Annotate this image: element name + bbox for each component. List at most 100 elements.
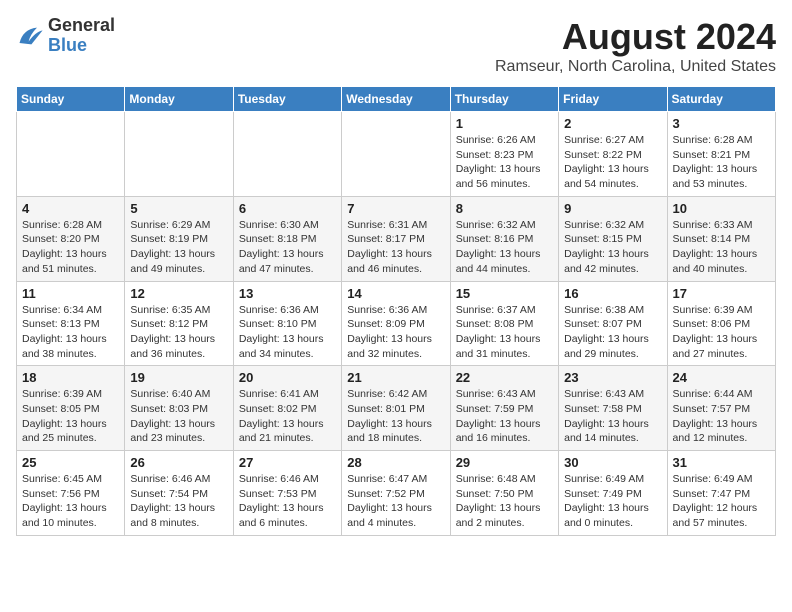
calendar-cell: 12Sunrise: 6:35 AM Sunset: 8:12 PM Dayli… — [125, 281, 233, 366]
calendar-cell: 26 Sunrise: 6:46 AM Sunset: 7:54 PM Dayli… — [125, 451, 233, 536]
day-info: Sunrise: 6:49 AM Sunset: 7:49 PM Dayligh… — [564, 472, 661, 531]
weekday-header: Wednesday — [342, 87, 450, 112]
calendar-cell: 17 Sunrise: 6:39 AM Sunset: 8:06 PM Dayli… — [667, 281, 775, 366]
calendar-cell: 25Sunrise: 6:45 AM Sunset: 7:56 PM Dayli… — [17, 451, 125, 536]
calendar-cell: 28 Sunrise: 6:47 AM Sunset: 7:52 PM Dayli… — [342, 451, 450, 536]
day-info: Sunrise: 6:48 AM Sunset: 7:50 PM Dayligh… — [456, 472, 553, 531]
calendar-cell — [233, 112, 341, 197]
day-info: Sunrise: 6:41 AM Sunset: 8:02 PM Dayligh… — [239, 387, 336, 446]
calendar-cell: 21 Sunrise: 6:42 AM Sunset: 8:01 PM Dayli… — [342, 366, 450, 451]
logo-line2: Blue — [48, 36, 115, 56]
day-number: 30 — [564, 455, 661, 470]
calendar-cell: 29 Sunrise: 6:48 AM Sunset: 7:50 PM Dayli… — [450, 451, 558, 536]
weekday-header: Saturday — [667, 87, 775, 112]
day-number: 24 — [673, 370, 770, 385]
day-info: Sunrise: 6:47 AM Sunset: 7:52 PM Dayligh… — [347, 472, 444, 531]
day-info: Sunrise: 6:30 AM Sunset: 8:18 PM Dayligh… — [239, 218, 336, 277]
calendar-cell: 9Sunrise: 6:32 AM Sunset: 8:15 PM Daylig… — [559, 196, 667, 281]
weekday-header: Friday — [559, 87, 667, 112]
day-number: 2 — [564, 116, 661, 131]
day-number: 11 — [22, 286, 119, 301]
calendar-cell: 20 Sunrise: 6:41 AM Sunset: 8:02 PM Dayli… — [233, 366, 341, 451]
day-info: Sunrise: 6:34 AM Sunset: 8:13 PM Dayligh… — [22, 303, 119, 362]
calendar-cell: 18 Sunrise: 6:39 AM Sunset: 8:05 PM Dayli… — [17, 366, 125, 451]
logo: General Blue — [16, 16, 115, 56]
day-info: Sunrise: 6:29 AM Sunset: 8:19 PM Dayligh… — [130, 218, 227, 277]
day-number: 23 — [564, 370, 661, 385]
calendar-title: August 2024 — [495, 16, 776, 58]
day-number: 4 — [22, 201, 119, 216]
day-number: 29 — [456, 455, 553, 470]
calendar-cell — [125, 112, 233, 197]
weekday-header-row: SundayMondayTuesdayWednesdayThursdayFrid… — [17, 87, 776, 112]
calendar-subtitle: Ramseur, North Carolina, United States — [495, 58, 776, 76]
day-number: 22 — [456, 370, 553, 385]
calendar-cell: 3Sunrise: 6:28 AM Sunset: 8:21 PM Daylig… — [667, 112, 775, 197]
day-info: Sunrise: 6:46 AM Sunset: 7:54 PM Dayligh… — [130, 472, 227, 531]
day-info: Sunrise: 6:40 AM Sunset: 8:03 PM Dayligh… — [130, 387, 227, 446]
day-info: Sunrise: 6:39 AM Sunset: 8:06 PM Dayligh… — [673, 303, 770, 362]
day-info: Sunrise: 6:43 AM Sunset: 7:58 PM Dayligh… — [564, 387, 661, 446]
day-info: Sunrise: 6:32 AM Sunset: 8:15 PM Dayligh… — [564, 218, 661, 277]
day-info: Sunrise: 6:31 AM Sunset: 8:17 PM Dayligh… — [347, 218, 444, 277]
calendar-cell: 1 Sunrise: 6:26 AM Sunset: 8:23 PM Daylig… — [450, 112, 558, 197]
day-info: Sunrise: 6:39 AM Sunset: 8:05 PM Dayligh… — [22, 387, 119, 446]
day-info: Sunrise: 6:35 AM Sunset: 8:12 PM Dayligh… — [130, 303, 227, 362]
day-number: 5 — [130, 201, 227, 216]
day-number: 20 — [239, 370, 336, 385]
calendar-cell: 2 Sunrise: 6:27 AM Sunset: 8:22 PM Daylig… — [559, 112, 667, 197]
weekday-header: Sunday — [17, 87, 125, 112]
day-number: 6 — [239, 201, 336, 216]
calendar-cell: 24 Sunrise: 6:44 AM Sunset: 7:57 PM Dayli… — [667, 366, 775, 451]
day-info: Sunrise: 6:37 AM Sunset: 8:08 PM Dayligh… — [456, 303, 553, 362]
calendar-cell: 27 Sunrise: 6:46 AM Sunset: 7:53 PM Dayli… — [233, 451, 341, 536]
weekday-header: Monday — [125, 87, 233, 112]
day-info: Sunrise: 6:42 AM Sunset: 8:01 PM Dayligh… — [347, 387, 444, 446]
calendar-cell: 14Sunrise: 6:36 AM Sunset: 8:09 PM Dayli… — [342, 281, 450, 366]
day-number: 28 — [347, 455, 444, 470]
calendar-week-row: 4Sunrise: 6:28 AM Sunset: 8:20 PM Daylig… — [17, 196, 776, 281]
calendar-cell: 4Sunrise: 6:28 AM Sunset: 8:20 PM Daylig… — [17, 196, 125, 281]
day-info: Sunrise: 6:28 AM Sunset: 8:21 PM Dayligh… — [673, 133, 770, 192]
calendar-cell: 31Sunrise: 6:49 AM Sunset: 7:47 PM Dayli… — [667, 451, 775, 536]
day-number: 31 — [673, 455, 770, 470]
day-number: 19 — [130, 370, 227, 385]
day-number: 1 — [456, 116, 553, 131]
calendar-week-row: 1 Sunrise: 6:26 AM Sunset: 8:23 PM Daylig… — [17, 112, 776, 197]
calendar-week-row: 25Sunrise: 6:45 AM Sunset: 7:56 PM Dayli… — [17, 451, 776, 536]
day-info: Sunrise: 6:44 AM Sunset: 7:57 PM Dayligh… — [673, 387, 770, 446]
day-info: Sunrise: 6:43 AM Sunset: 7:59 PM Dayligh… — [456, 387, 553, 446]
day-info: Sunrise: 6:32 AM Sunset: 8:16 PM Dayligh… — [456, 218, 553, 277]
calendar-cell: 13 Sunrise: 6:36 AM Sunset: 8:10 PM Dayli… — [233, 281, 341, 366]
day-info: Sunrise: 6:36 AM Sunset: 8:09 PM Dayligh… — [347, 303, 444, 362]
day-number: 27 — [239, 455, 336, 470]
calendar-week-row: 18 Sunrise: 6:39 AM Sunset: 8:05 PM Dayli… — [17, 366, 776, 451]
day-number: 16 — [564, 286, 661, 301]
day-number: 21 — [347, 370, 444, 385]
day-info: Sunrise: 6:36 AM Sunset: 8:10 PM Dayligh… — [239, 303, 336, 362]
day-number: 8 — [456, 201, 553, 216]
day-number: 15 — [456, 286, 553, 301]
day-number: 18 — [22, 370, 119, 385]
day-info: Sunrise: 6:46 AM Sunset: 7:53 PM Dayligh… — [239, 472, 336, 531]
calendar-cell: 11 Sunrise: 6:34 AM Sunset: 8:13 PM Dayli… — [17, 281, 125, 366]
calendar-cell: 22 Sunrise: 6:43 AM Sunset: 7:59 PM Dayli… — [450, 366, 558, 451]
day-number: 7 — [347, 201, 444, 216]
calendar-cell: 5 Sunrise: 6:29 AM Sunset: 8:19 PM Daylig… — [125, 196, 233, 281]
day-number: 17 — [673, 286, 770, 301]
day-info: Sunrise: 6:27 AM Sunset: 8:22 PM Dayligh… — [564, 133, 661, 192]
day-number: 13 — [239, 286, 336, 301]
page-header: General Blue August 2024 Ramseur, North … — [16, 16, 776, 76]
calendar-cell: 6 Sunrise: 6:30 AM Sunset: 8:18 PM Daylig… — [233, 196, 341, 281]
day-info: Sunrise: 6:45 AM Sunset: 7:56 PM Dayligh… — [22, 472, 119, 531]
calendar-cell: 15 Sunrise: 6:37 AM Sunset: 8:08 PM Dayli… — [450, 281, 558, 366]
calendar-cell: 23 Sunrise: 6:43 AM Sunset: 7:58 PM Dayli… — [559, 366, 667, 451]
calendar-cell: 8 Sunrise: 6:32 AM Sunset: 8:16 PM Daylig… — [450, 196, 558, 281]
day-number: 26 — [130, 455, 227, 470]
day-number: 10 — [673, 201, 770, 216]
logo-text: General Blue — [48, 16, 115, 56]
calendar-cell — [17, 112, 125, 197]
calendar-cell — [342, 112, 450, 197]
day-info: Sunrise: 6:26 AM Sunset: 8:23 PM Dayligh… — [456, 133, 553, 192]
logo-icon — [16, 22, 44, 50]
